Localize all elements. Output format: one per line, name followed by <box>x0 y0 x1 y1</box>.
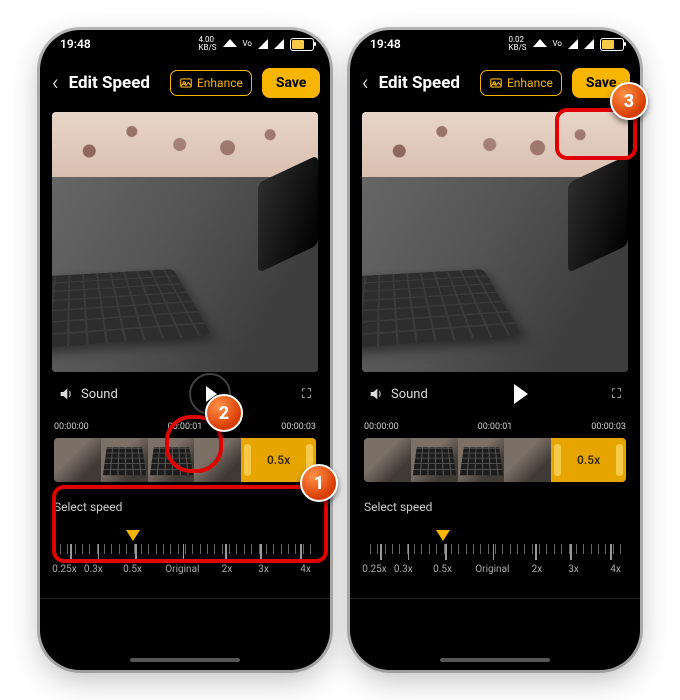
play-icon <box>514 384 528 404</box>
speed-marker[interactable] <box>436 530 450 541</box>
callout-2: 2 <box>205 394 243 432</box>
home-indicator[interactable] <box>130 658 240 662</box>
status-bar: 19:48 0.02KB/S Vo <box>350 30 640 58</box>
signal-icon <box>568 39 578 49</box>
sound-toggle[interactable]: Sound <box>58 386 118 402</box>
fullscreen-button[interactable]: ⛶ <box>302 387 312 402</box>
status-bar: 19:48 4.00KB/S Vo <box>40 30 330 58</box>
video-preview[interactable] <box>52 112 318 372</box>
speed-option[interactable]: 0.5x <box>123 564 142 575</box>
save-button[interactable]: Save <box>262 68 321 98</box>
volte-icon: Vo <box>243 40 252 48</box>
battery-icon <box>600 38 624 51</box>
speed-option[interactable]: Original <box>475 564 509 575</box>
phone-right: 19:48 0.02KB/S Vo ‹ Edit Speed Enhance S… <box>350 30 640 670</box>
preview-controls: Sound ⛶ <box>40 372 330 416</box>
timeline[interactable]: 00:00:00 00:00:01 00:00:03 0.5x <box>350 416 640 482</box>
fullscreen-button[interactable]: ⛶ <box>612 387 622 402</box>
speed-label: Select speed <box>364 500 432 514</box>
sound-toggle[interactable]: Sound <box>368 386 428 402</box>
speed-ruler[interactable]: 0.25x 0.3x 0.5x Original 2x 3x 4x <box>364 530 626 580</box>
status-time: 19:48 <box>60 37 91 51</box>
back-icon[interactable]: ‹ <box>362 71 369 96</box>
enhance-button[interactable]: Enhance <box>480 70 562 96</box>
video-preview[interactable] <box>362 112 628 372</box>
play-button[interactable] <box>500 384 540 404</box>
speed-option[interactable]: 2x <box>532 564 543 575</box>
speed-option[interactable]: 3x <box>568 564 579 575</box>
speed-option[interactable]: 0.25x <box>362 564 386 575</box>
signal-icon <box>584 39 594 49</box>
page-title: Edit Speed <box>69 73 150 93</box>
enhance-icon <box>179 76 193 90</box>
signal-icon <box>258 39 268 49</box>
speed-marker[interactable] <box>126 530 140 541</box>
header: ‹ Edit Speed Enhance Save <box>350 58 640 108</box>
speed-selector: Select speed 0.25x 0.3x 0.5x Original 2x 3x 4x <box>350 482 640 580</box>
callout-3: 3 <box>610 82 648 120</box>
phone-left: 19:48 4.00KB/S Vo ‹ Edit Speed Enhance S… <box>40 30 330 670</box>
timeline-strip[interactable]: 0.5x <box>364 438 626 482</box>
callout-1: 1 <box>300 464 338 502</box>
speed-option[interactable]: Original <box>165 564 199 575</box>
speed-option[interactable]: 0.3x <box>84 564 103 575</box>
header: ‹ Edit Speed Enhance Save <box>40 58 330 108</box>
enhance-icon <box>489 76 503 90</box>
sound-icon <box>368 386 384 402</box>
timeline-strip[interactable]: 0.5x <box>54 438 316 482</box>
page-title: Edit Speed <box>379 73 460 93</box>
speed-selector: Select speed 0.25x 0.3x 0.5x Original 2x 3x 4x <box>40 482 330 580</box>
speed-option[interactable]: 0.5x <box>433 564 452 575</box>
speed-segment[interactable]: 0.5x <box>551 438 626 482</box>
speed-label: Select speed <box>54 500 122 514</box>
enhance-button[interactable]: Enhance <box>170 70 252 96</box>
wifi-icon <box>223 39 237 49</box>
battery-icon <box>290 38 314 51</box>
speed-ruler[interactable]: 0.25x 0.3x 0.5x Original 2x 3x 4x <box>54 530 316 580</box>
preview-controls: Sound ⛶ <box>350 372 640 416</box>
speed-option[interactable]: 3x <box>258 564 269 575</box>
sound-icon <box>58 386 74 402</box>
back-icon[interactable]: ‹ <box>52 71 59 96</box>
speed-option[interactable]: 0.3x <box>394 564 413 575</box>
wifi-icon <box>533 39 547 49</box>
speed-option[interactable]: 2x <box>222 564 233 575</box>
speed-option[interactable]: 4x <box>610 564 621 575</box>
timeline[interactable]: 00:00:00 00:00:01 00:00:03 0.5x <box>40 416 330 482</box>
speed-option[interactable]: 0.25x <box>52 564 76 575</box>
home-indicator[interactable] <box>440 658 550 662</box>
volte-icon: Vo <box>553 40 562 48</box>
speed-option[interactable]: 4x <box>300 564 311 575</box>
signal-icon <box>274 39 284 49</box>
status-time: 19:48 <box>370 37 401 51</box>
